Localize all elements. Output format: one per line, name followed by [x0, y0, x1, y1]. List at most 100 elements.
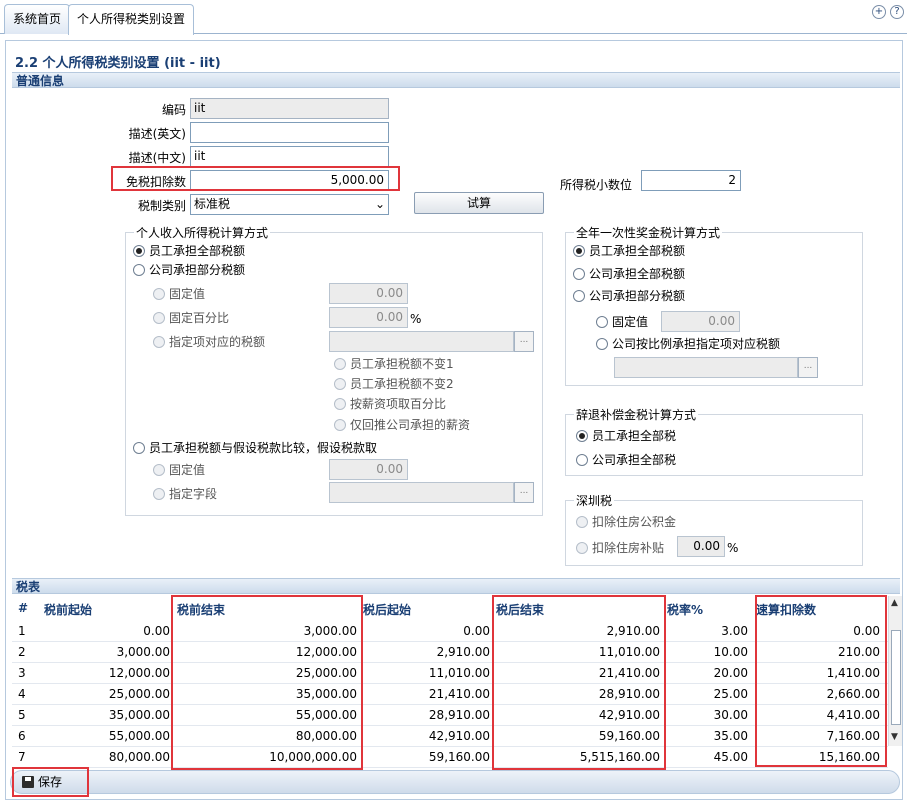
cell-index: 1 [18, 624, 26, 638]
income-sub-4[interactable]: 仅回推公司承担的薪资 [334, 417, 470, 433]
bonus-opt-company-part[interactable]: 公司承担部分税额 [573, 288, 685, 304]
cell-index: 4 [18, 687, 26, 701]
table-row[interactable]: 4 25,000.00 35,000.00 21,410.00 28,910.00 25.… [12, 684, 888, 705]
cell-post-end: 21,410.00 [598, 666, 660, 680]
col-post-end[interactable]: 税后结束 [496, 601, 544, 618]
cell-quick-deduction: 4,410.00 [826, 708, 880, 722]
table-row[interactable]: 3 12,000.00 25,000.00 11,010.00 21,410.00 20.… [12, 663, 888, 684]
income-pct-radio[interactable]: 固定百分比 [153, 310, 229, 326]
desc-en-field[interactable] [190, 122, 389, 143]
income-opt-compare[interactable]: 员工承担税额与假设税款比较，假设税款取 [133, 440, 377, 456]
cell-post-start: 28,910.00 [428, 708, 490, 722]
shenzhen-opt-subsidy[interactable]: 扣除住房补贴 [576, 540, 664, 556]
cell-post-end: 42,910.00 [598, 708, 660, 722]
income-item-radio[interactable]: 指定项对应的税额 [153, 334, 265, 350]
cell-index: 5 [18, 708, 26, 722]
income-field-browse-button[interactable]: ... [514, 482, 534, 503]
income-field-input[interactable] [329, 482, 514, 503]
severance-tax-legend: 辞退补偿金税计算方式 [576, 408, 697, 422]
severance-opt-company[interactable]: 公司承担全部税 [576, 452, 676, 468]
cell-pre-start: 3,000.00 [116, 645, 170, 659]
income-sub-2[interactable]: 员工承担税额不变2 [334, 376, 454, 392]
income-pct-field[interactable]: 0.00 [329, 307, 408, 328]
cell-pre-start: 35,000.00 [108, 708, 170, 722]
income-field-radio[interactable]: 指定字段 [153, 486, 217, 502]
table-row[interactable]: 2 3,000.00 12,000.00 2,910.00 11,010.00 10.00… [12, 642, 888, 663]
table-row[interactable]: 7 80,000.00 10,000,000.00 59,160.00 5,515,16… [12, 747, 888, 768]
cell-quick-deduction: 7,160.00 [826, 729, 880, 743]
bonus-ratio-browse-button[interactable]: ... [798, 357, 818, 378]
bonus-ratio-field[interactable] [614, 357, 798, 378]
cell-post-end: 5,515,160.00 [579, 750, 660, 764]
tax-table-header: 税表 [12, 578, 900, 594]
shenzhen-tax-legend: 深圳税 [576, 494, 613, 508]
bonus-opt-company-all[interactable]: 公司承担全部税额 [573, 266, 685, 282]
income-fixed-radio[interactable]: 固定值 [153, 286, 205, 302]
table-row[interactable]: 6 55,000.00 80,000.00 42,910.00 59,160.00 35.… [12, 726, 888, 747]
shenzhen-opt-fund[interactable]: 扣除住房公积金 [576, 514, 676, 530]
decimal-label: 所得税小数位 [559, 178, 632, 192]
cell-rate: 25.00 [713, 687, 748, 701]
income-fixed-field[interactable]: 0.00 [329, 283, 408, 304]
tab-iit-settings[interactable]: 个人所得税类别设置 [68, 4, 195, 35]
trial-button[interactable]: 试算 [414, 192, 544, 214]
save-icon [22, 776, 34, 788]
bonus-fixed-radio[interactable]: 固定值 [596, 314, 648, 330]
cell-pre-end: 55,000.00 [295, 708, 357, 722]
scroll-up-icon[interactable]: ▲ [891, 598, 898, 608]
cell-pre-end: 80,000.00 [295, 729, 357, 743]
scroll-thumb[interactable] [891, 630, 901, 725]
income-item-browse-button[interactable]: ... [514, 331, 534, 352]
col-pre-end[interactable]: 税前结束 [177, 601, 225, 618]
scroll-down-icon[interactable]: ▼ [891, 732, 898, 742]
cell-pre-start: 25,000.00 [108, 687, 170, 701]
cell-rate: 3.00 [721, 624, 748, 638]
tax-table-column-headers: # 税前起始 税前结束 税后起始 税后结束 税率% 速算扣除数 [12, 598, 888, 620]
cell-index: 2 [18, 645, 26, 659]
page-title: 2.2 个人所得税类别设置 (iit - iit) [15, 56, 221, 71]
cell-post-start: 11,010.00 [428, 666, 490, 680]
add-tab-icon[interactable]: + [872, 5, 886, 19]
cell-post-start: 59,160.00 [428, 750, 490, 764]
cell-quick-deduction: 15,160.00 [818, 750, 880, 764]
decimal-field[interactable]: 2 [641, 170, 741, 191]
table-row[interactable]: 5 35,000.00 55,000.00 28,910.00 42,910.00 30.… [12, 705, 888, 726]
bonus-opt-employee-all[interactable]: 员工承担全部税额 [573, 243, 685, 259]
income-sub-3[interactable]: 按薪资项取百分比 [334, 396, 446, 412]
tax-type-value: 标准税 [194, 197, 231, 211]
severance-opt-employee[interactable]: 员工承担全部税 [576, 428, 676, 444]
table-row[interactable]: 1 0.00 3,000.00 0.00 2,910.00 3.00 0.00 [12, 621, 888, 642]
desc-cn-field[interactable]: iit [190, 146, 389, 167]
bonus-ratio-radio[interactable]: 公司按比例承担指定项对应税额 [596, 336, 780, 352]
income-fixed2-field[interactable]: 0.00 [329, 459, 408, 480]
cell-post-start: 42,910.00 [428, 729, 490, 743]
cell-index: 7 [18, 750, 26, 764]
col-rate[interactable]: 税率% [667, 601, 703, 618]
exemption-label: 免税扣除数 [125, 175, 186, 189]
cell-post-start: 21,410.00 [428, 687, 490, 701]
col-pre-start[interactable]: 税前起始 [44, 601, 92, 618]
tax-type-select[interactable]: 标准税 ⌄ [190, 194, 389, 215]
col-quick-deduction[interactable]: 速算扣除数 [756, 601, 816, 618]
save-button[interactable]: 保存 [22, 773, 62, 791]
income-sub-1[interactable]: 员工承担税额不变1 [334, 356, 454, 372]
cell-pre-start: 80,000.00 [108, 750, 170, 764]
income-fixed2-radio[interactable]: 固定值 [153, 462, 205, 478]
income-pct-unit: % [410, 312, 422, 326]
income-item-field[interactable] [329, 331, 514, 352]
tab-strip: 系统首页 个人所得税类别设置 + ? [0, 0, 907, 35]
income-opt-company-part[interactable]: 公司承担部分税额 [133, 262, 245, 278]
col-post-start[interactable]: 税后起始 [363, 601, 411, 618]
income-opt-employee-all[interactable]: 员工承担全部税额 [133, 243, 245, 259]
cell-quick-deduction: 2,660.00 [826, 687, 880, 701]
cell-pre-end: 12,000.00 [295, 645, 357, 659]
bonus-fixed-field[interactable]: 0.00 [661, 311, 740, 332]
exemption-field[interactable]: 5,000.00 [190, 170, 389, 191]
bonus-tax-legend: 全年一次性奖金税计算方式 [576, 226, 721, 240]
tab-home[interactable]: 系统首页 [4, 4, 71, 34]
code-label: 编码 [161, 103, 186, 117]
tax-table-scrollbar[interactable]: ▲ ▼ [888, 596, 902, 746]
cell-rate: 10.00 [713, 645, 748, 659]
help-icon[interactable]: ? [890, 5, 904, 19]
shenzhen-subsidy-field[interactable]: 0.00 [677, 536, 725, 557]
